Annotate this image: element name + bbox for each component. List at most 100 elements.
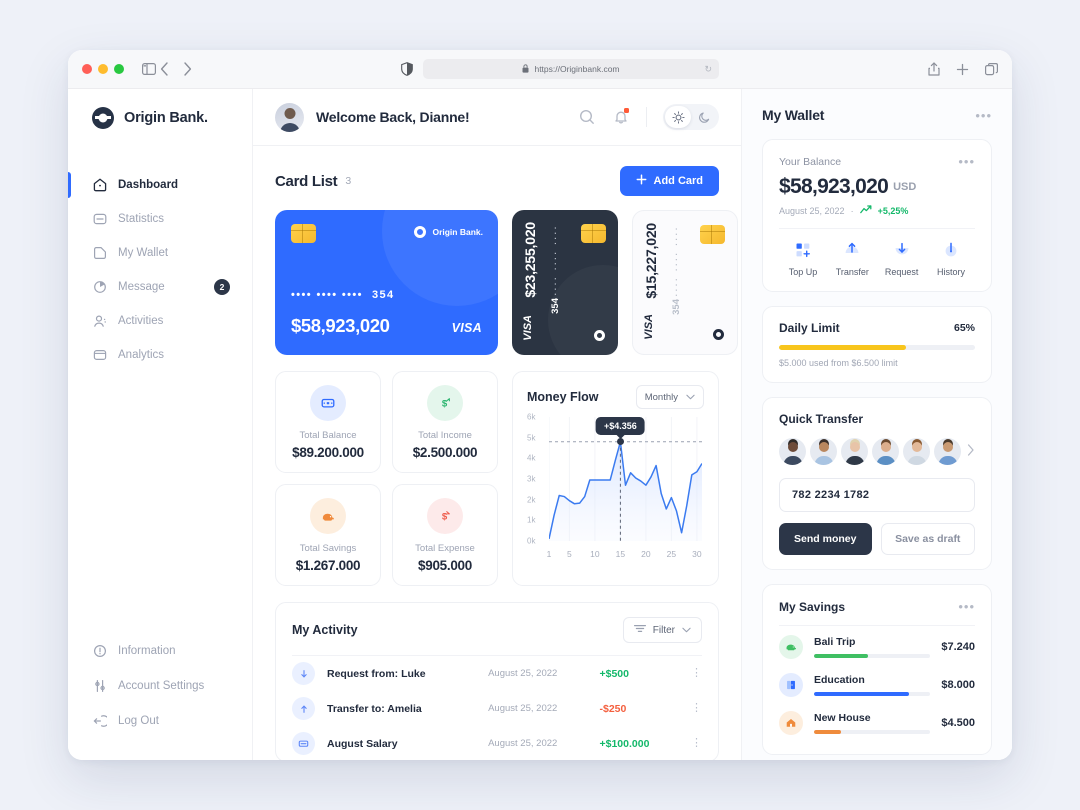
- card-bank-label: Origin Bank.: [414, 226, 483, 238]
- contact-avatar[interactable]: [810, 438, 837, 465]
- credit-card-primary[interactable]: Origin Bank. •••• •••• •••• 354 $58,923,…: [275, 210, 498, 355]
- sidebar-item-account-settings[interactable]: Account Settings: [68, 668, 252, 703]
- chart-x-tick: 15: [615, 549, 626, 559]
- bank-logo-icon: [594, 330, 605, 341]
- stat-card-total-expense[interactable]: $ Total Expense $905.000: [392, 484, 498, 586]
- account-number-input[interactable]: [779, 478, 975, 512]
- bank-logo-icon: [414, 226, 427, 238]
- stat-card-total-savings[interactable]: Total Savings $1.267.000: [275, 484, 381, 586]
- arrow-up-icon: [292, 697, 315, 720]
- wallet-action-history[interactable]: History: [927, 240, 975, 277]
- page-title: Welcome Back, Dianne!: [316, 109, 470, 125]
- moon-icon[interactable]: [691, 106, 717, 128]
- plus-icon[interactable]: [956, 63, 969, 76]
- wallet-action-transfer[interactable]: Transfer: [828, 240, 876, 277]
- more-icon[interactable]: •••: [958, 599, 975, 614]
- sidebar-item-label: Activities: [118, 315, 164, 327]
- contact-avatar[interactable]: [872, 438, 899, 465]
- chart-y-axis: 0k 1k 2k 3k 4k 5k 6k: [527, 413, 545, 546]
- card-chip-icon: [581, 224, 606, 243]
- card-amount: $23,255,020: [522, 222, 538, 298]
- browser-chrome: https://Originbank.com ↻: [68, 50, 1012, 89]
- book-icon: [779, 673, 803, 697]
- share-icon[interactable]: [928, 62, 940, 76]
- row-menu-icon[interactable]: ⋮: [691, 738, 702, 749]
- close-window-button[interactable]: [82, 64, 92, 74]
- sidebar-item-log-out[interactable]: Log Out: [68, 703, 252, 738]
- table-row[interactable]: Transfer to: Amelia August 25, 2022 -$25…: [292, 691, 702, 726]
- chart-x-axis: 1 5 10 15 20 25 30: [547, 549, 702, 563]
- sun-icon[interactable]: [665, 106, 691, 128]
- window-controls[interactable]: [82, 64, 124, 74]
- sidebar-item-label: Dashboard: [118, 179, 179, 191]
- minimize-window-button[interactable]: [98, 64, 108, 74]
- contact-avatar[interactable]: [934, 438, 961, 465]
- sidebar-item-my-wallet[interactable]: My Wallet: [68, 236, 252, 270]
- more-icon[interactable]: •••: [975, 108, 992, 123]
- chart-y-tick: 2k: [527, 495, 536, 505]
- list-item[interactable]: New House $4.500: [779, 702, 975, 740]
- reload-icon[interactable]: ↻: [704, 64, 712, 75]
- activity-date: August 25, 2022: [488, 703, 558, 714]
- table-row[interactable]: Request from: Luke August 25, 2022 +$500…: [292, 656, 702, 691]
- sidebar-item-analytics[interactable]: Analytics: [68, 338, 252, 372]
- more-icon[interactable]: •••: [958, 154, 975, 169]
- house-icon: [779, 711, 803, 735]
- sidebar-item-statistics[interactable]: Statistics: [68, 202, 252, 236]
- balance-currency: USD: [893, 181, 917, 193]
- activity-date: August 25, 2022: [488, 668, 558, 679]
- search-icon[interactable]: [578, 108, 596, 126]
- credit-card-tertiary[interactable]: $15,227,020 ···· ···· ···· 354 VISA: [632, 210, 738, 355]
- maximize-window-button[interactable]: [114, 64, 124, 74]
- main-content: Welcome Back, Dianne! Card List 3 Add Ca…: [253, 89, 742, 760]
- chevron-right-icon[interactable]: [967, 444, 975, 459]
- chart-y-tick: 5k: [527, 433, 536, 443]
- brand[interactable]: Origin Bank.: [68, 89, 252, 146]
- chart-range-select[interactable]: Monthly: [635, 385, 704, 409]
- copy-tabs-icon[interactable]: [985, 62, 998, 76]
- back-icon[interactable]: [160, 62, 169, 76]
- balance-date: August 25, 2022: [779, 205, 845, 216]
- sidebar-item-activities[interactable]: Activities: [68, 304, 252, 338]
- sidebar-item-information[interactable]: Information: [68, 633, 252, 668]
- address-bar[interactable]: https://Originbank.com ↻: [423, 59, 719, 79]
- sidebar-item-dashboard[interactable]: Dashboard: [68, 168, 252, 202]
- chart-y-tick: 0k: [527, 536, 536, 546]
- shield-icon[interactable]: [401, 62, 413, 76]
- contact-avatar[interactable]: [841, 438, 868, 465]
- notification-dot: [624, 108, 629, 113]
- send-money-button[interactable]: Send money: [779, 523, 872, 555]
- contact-avatar[interactable]: [779, 438, 806, 465]
- wallet-action-top-up[interactable]: Top Up: [779, 240, 827, 277]
- add-card-button[interactable]: Add Card: [619, 166, 719, 196]
- balance-label: Your Balance: [779, 155, 842, 168]
- row-menu-icon[interactable]: ⋮: [691, 703, 702, 714]
- lock-icon: [522, 63, 529, 75]
- stat-card-total-income[interactable]: $ Total Income $2.500.000: [392, 371, 498, 473]
- brand-name: Origin Bank.: [124, 109, 208, 126]
- sidebar-bottom-nav: Information Account Settings Log Out: [68, 633, 252, 760]
- bell-icon[interactable]: [612, 108, 630, 126]
- save-draft-button[interactable]: Save as draft: [880, 523, 975, 555]
- sidebar-toggle-icon[interactable]: [142, 63, 156, 75]
- list-item[interactable]: Education $8.000: [779, 664, 975, 702]
- row-menu-icon[interactable]: ⋮: [691, 668, 702, 679]
- contact-avatars: [779, 438, 975, 465]
- message-badge: 2: [214, 279, 230, 295]
- forward-icon[interactable]: [183, 62, 192, 76]
- wallet-action-request[interactable]: Request: [878, 240, 926, 277]
- activity-filter-button[interactable]: Filter: [622, 617, 702, 643]
- stat-card-total-balance[interactable]: Total Balance $89.200.000: [275, 371, 381, 473]
- sidebar-item-message[interactable]: Message 2: [68, 270, 252, 304]
- list-item[interactable]: Bali Trip $7.240: [779, 626, 975, 664]
- card-amount: $15,227,020: [643, 223, 659, 299]
- contact-avatar[interactable]: [903, 438, 930, 465]
- activity-name: August Salary: [327, 737, 398, 750]
- analytics-icon: [92, 348, 107, 363]
- avatar[interactable]: [275, 102, 304, 132]
- credit-card-secondary[interactable]: $23,255,020 ···· ···· ···· 354 VISA: [512, 210, 618, 355]
- savings-name: Bali Trip: [814, 636, 856, 648]
- theme-toggle[interactable]: [663, 104, 719, 130]
- chart-y-tick: 3k: [527, 474, 536, 484]
- table-row[interactable]: August Salary August 25, 2022 +$100.000 …: [292, 726, 702, 760]
